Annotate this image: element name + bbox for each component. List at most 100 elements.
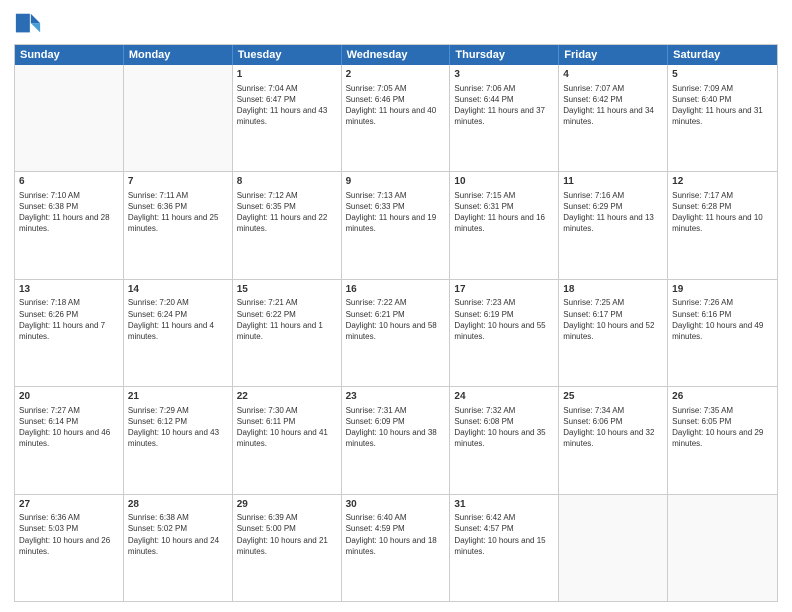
day-info: Sunrise: 7:13 AM Sunset: 6:33 PM Dayligh… [346, 190, 446, 235]
day-number: 30 [346, 498, 446, 512]
day-info: Sunrise: 7:18 AM Sunset: 6:26 PM Dayligh… [19, 297, 119, 342]
day-cell-17: 17Sunrise: 7:23 AM Sunset: 6:19 PM Dayli… [450, 280, 559, 386]
day-info: Sunrise: 7:07 AM Sunset: 6:42 PM Dayligh… [563, 83, 663, 128]
day-cell-10: 10Sunrise: 7:15 AM Sunset: 6:31 PM Dayli… [450, 172, 559, 278]
day-info: Sunrise: 7:05 AM Sunset: 6:46 PM Dayligh… [346, 83, 446, 128]
day-cell-9: 9Sunrise: 7:13 AM Sunset: 6:33 PM Daylig… [342, 172, 451, 278]
day-cell-26: 26Sunrise: 7:35 AM Sunset: 6:05 PM Dayli… [668, 387, 777, 493]
day-number: 13 [19, 283, 119, 297]
day-info: Sunrise: 7:16 AM Sunset: 6:29 PM Dayligh… [563, 190, 663, 235]
day-info: Sunrise: 7:15 AM Sunset: 6:31 PM Dayligh… [454, 190, 554, 235]
empty-cell [15, 65, 124, 171]
day-number: 9 [346, 175, 446, 189]
day-number: 2 [346, 68, 446, 82]
day-number: 7 [128, 175, 228, 189]
day-number: 11 [563, 175, 663, 189]
day-info: Sunrise: 7:30 AM Sunset: 6:11 PM Dayligh… [237, 405, 337, 450]
day-cell-14: 14Sunrise: 7:20 AM Sunset: 6:24 PM Dayli… [124, 280, 233, 386]
day-number: 26 [672, 390, 773, 404]
day-cell-16: 16Sunrise: 7:22 AM Sunset: 6:21 PM Dayli… [342, 280, 451, 386]
day-cell-31: 31Sunrise: 6:42 AM Sunset: 4:57 PM Dayli… [450, 495, 559, 601]
header-day-saturday: Saturday [668, 45, 777, 65]
day-info: Sunrise: 7:29 AM Sunset: 6:12 PM Dayligh… [128, 405, 228, 450]
day-cell-18: 18Sunrise: 7:25 AM Sunset: 6:17 PM Dayli… [559, 280, 668, 386]
day-info: Sunrise: 6:36 AM Sunset: 5:03 PM Dayligh… [19, 512, 119, 557]
day-number: 24 [454, 390, 554, 404]
day-info: Sunrise: 7:22 AM Sunset: 6:21 PM Dayligh… [346, 297, 446, 342]
day-number: 8 [237, 175, 337, 189]
day-info: Sunrise: 7:21 AM Sunset: 6:22 PM Dayligh… [237, 297, 337, 342]
day-cell-24: 24Sunrise: 7:32 AM Sunset: 6:08 PM Dayli… [450, 387, 559, 493]
day-cell-28: 28Sunrise: 6:38 AM Sunset: 5:02 PM Dayli… [124, 495, 233, 601]
day-cell-29: 29Sunrise: 6:39 AM Sunset: 5:00 PM Dayli… [233, 495, 342, 601]
day-info: Sunrise: 7:11 AM Sunset: 6:36 PM Dayligh… [128, 190, 228, 235]
header-day-monday: Monday [124, 45, 233, 65]
day-info: Sunrise: 7:25 AM Sunset: 6:17 PM Dayligh… [563, 297, 663, 342]
day-number: 6 [19, 175, 119, 189]
day-number: 10 [454, 175, 554, 189]
page: SundayMondayTuesdayWednesdayThursdayFrid… [0, 0, 792, 612]
day-info: Sunrise: 6:39 AM Sunset: 5:00 PM Dayligh… [237, 512, 337, 557]
day-info: Sunrise: 7:20 AM Sunset: 6:24 PM Dayligh… [128, 297, 228, 342]
day-cell-27: 27Sunrise: 6:36 AM Sunset: 5:03 PM Dayli… [15, 495, 124, 601]
day-number: 29 [237, 498, 337, 512]
day-number: 5 [672, 68, 773, 82]
logo [14, 10, 44, 38]
day-info: Sunrise: 7:04 AM Sunset: 6:47 PM Dayligh… [237, 83, 337, 128]
empty-cell [124, 65, 233, 171]
header [14, 10, 778, 38]
day-cell-15: 15Sunrise: 7:21 AM Sunset: 6:22 PM Dayli… [233, 280, 342, 386]
day-cell-11: 11Sunrise: 7:16 AM Sunset: 6:29 PM Dayli… [559, 172, 668, 278]
day-info: Sunrise: 7:32 AM Sunset: 6:08 PM Dayligh… [454, 405, 554, 450]
day-info: Sunrise: 6:38 AM Sunset: 5:02 PM Dayligh… [128, 512, 228, 557]
day-info: Sunrise: 7:31 AM Sunset: 6:09 PM Dayligh… [346, 405, 446, 450]
day-cell-30: 30Sunrise: 6:40 AM Sunset: 4:59 PM Dayli… [342, 495, 451, 601]
day-number: 16 [346, 283, 446, 297]
calendar-row-2: 13Sunrise: 7:18 AM Sunset: 6:26 PM Dayli… [15, 280, 777, 387]
header-day-thursday: Thursday [450, 45, 559, 65]
day-cell-1: 1Sunrise: 7:04 AM Sunset: 6:47 PM Daylig… [233, 65, 342, 171]
day-cell-5: 5Sunrise: 7:09 AM Sunset: 6:40 PM Daylig… [668, 65, 777, 171]
calendar-row-1: 6Sunrise: 7:10 AM Sunset: 6:38 PM Daylig… [15, 172, 777, 279]
day-number: 3 [454, 68, 554, 82]
day-number: 27 [19, 498, 119, 512]
day-number: 19 [672, 283, 773, 297]
day-number: 22 [237, 390, 337, 404]
day-cell-25: 25Sunrise: 7:34 AM Sunset: 6:06 PM Dayli… [559, 387, 668, 493]
day-info: Sunrise: 7:23 AM Sunset: 6:19 PM Dayligh… [454, 297, 554, 342]
calendar-row-3: 20Sunrise: 7:27 AM Sunset: 6:14 PM Dayli… [15, 387, 777, 494]
day-cell-8: 8Sunrise: 7:12 AM Sunset: 6:35 PM Daylig… [233, 172, 342, 278]
day-info: Sunrise: 7:10 AM Sunset: 6:38 PM Dayligh… [19, 190, 119, 235]
calendar-row-4: 27Sunrise: 6:36 AM Sunset: 5:03 PM Dayli… [15, 495, 777, 601]
day-number: 15 [237, 283, 337, 297]
day-number: 1 [237, 68, 337, 82]
day-cell-4: 4Sunrise: 7:07 AM Sunset: 6:42 PM Daylig… [559, 65, 668, 171]
header-day-sunday: Sunday [15, 45, 124, 65]
day-number: 21 [128, 390, 228, 404]
header-day-tuesday: Tuesday [233, 45, 342, 65]
day-cell-20: 20Sunrise: 7:27 AM Sunset: 6:14 PM Dayli… [15, 387, 124, 493]
day-cell-22: 22Sunrise: 7:30 AM Sunset: 6:11 PM Dayli… [233, 387, 342, 493]
day-cell-19: 19Sunrise: 7:26 AM Sunset: 6:16 PM Dayli… [668, 280, 777, 386]
day-info: Sunrise: 6:40 AM Sunset: 4:59 PM Dayligh… [346, 512, 446, 557]
day-number: 18 [563, 283, 663, 297]
calendar-body: 1Sunrise: 7:04 AM Sunset: 6:47 PM Daylig… [15, 65, 777, 601]
calendar-row-0: 1Sunrise: 7:04 AM Sunset: 6:47 PM Daylig… [15, 65, 777, 172]
day-info: Sunrise: 6:42 AM Sunset: 4:57 PM Dayligh… [454, 512, 554, 557]
day-cell-13: 13Sunrise: 7:18 AM Sunset: 6:26 PM Dayli… [15, 280, 124, 386]
day-cell-7: 7Sunrise: 7:11 AM Sunset: 6:36 PM Daylig… [124, 172, 233, 278]
day-info: Sunrise: 7:09 AM Sunset: 6:40 PM Dayligh… [672, 83, 773, 128]
empty-cell [559, 495, 668, 601]
day-number: 28 [128, 498, 228, 512]
day-cell-12: 12Sunrise: 7:17 AM Sunset: 6:28 PM Dayli… [668, 172, 777, 278]
calendar: SundayMondayTuesdayWednesdayThursdayFrid… [14, 44, 778, 602]
day-number: 31 [454, 498, 554, 512]
day-info: Sunrise: 7:27 AM Sunset: 6:14 PM Dayligh… [19, 405, 119, 450]
header-day-friday: Friday [559, 45, 668, 65]
empty-cell [668, 495, 777, 601]
day-cell-23: 23Sunrise: 7:31 AM Sunset: 6:09 PM Dayli… [342, 387, 451, 493]
day-number: 25 [563, 390, 663, 404]
day-cell-6: 6Sunrise: 7:10 AM Sunset: 6:38 PM Daylig… [15, 172, 124, 278]
day-number: 17 [454, 283, 554, 297]
day-info: Sunrise: 7:12 AM Sunset: 6:35 PM Dayligh… [237, 190, 337, 235]
